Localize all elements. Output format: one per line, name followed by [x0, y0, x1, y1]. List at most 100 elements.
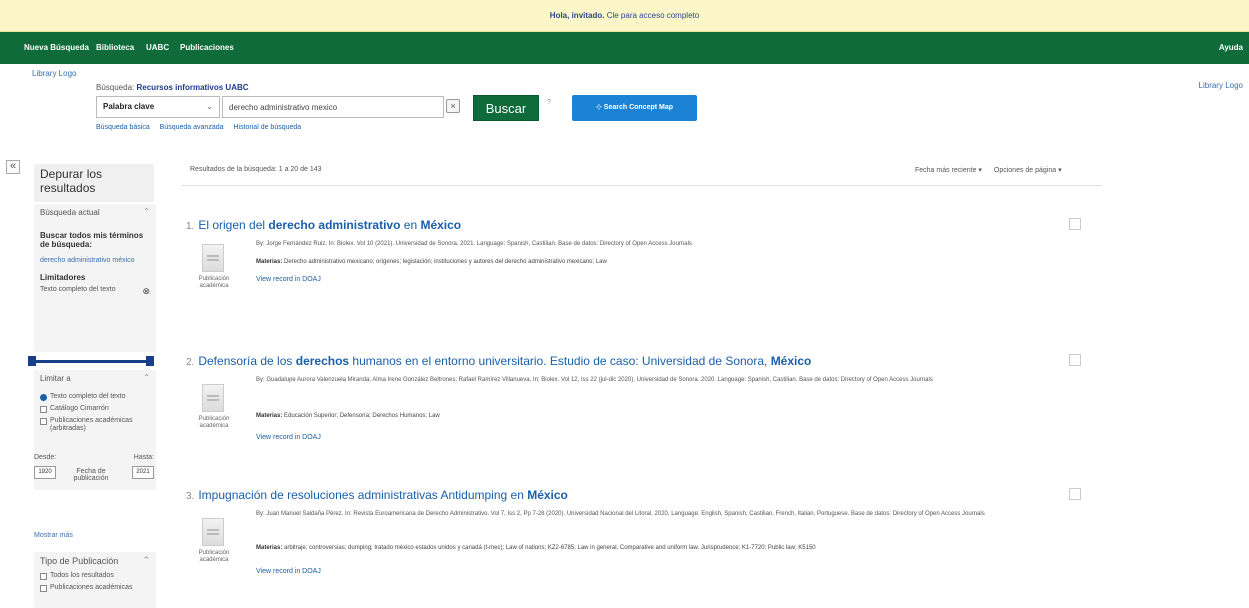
- remove-limiter-icon[interactable]: ⊗: [142, 286, 150, 297]
- doc-type-label: Publicación académica: [198, 550, 230, 563]
- result-title-link[interactable]: 2. Defensoría de los derechos humanos en …: [186, 354, 811, 368]
- limit-fulltext-option[interactable]: Texto completo del texto: [34, 391, 156, 403]
- pub-type-all-option[interactable]: Todos los resultados: [34, 570, 156, 582]
- clear-search-button[interactable]: ×: [446, 99, 460, 113]
- search-button[interactable]: Buscar: [473, 95, 539, 121]
- doc-type-label: Publicación académica: [198, 416, 230, 429]
- current-search-header[interactable]: Búsqueda actual ⌃: [34, 204, 156, 221]
- result-metadata: By: Guadalupe Aurora Valenzuela Miranda;…: [256, 377, 933, 383]
- subjects-label: Materias:: [256, 259, 283, 265]
- limit-catalog-option[interactable]: Catálogo Cimarrón: [34, 403, 156, 415]
- fulltext-limiter: Texto completo del texto ⊗: [34, 284, 156, 296]
- date-to-input[interactable]: 2021: [132, 466, 154, 479]
- date-from-input[interactable]: 1920: [34, 466, 56, 479]
- view-record-link[interactable]: View record in DOAJ: [256, 276, 321, 283]
- search-concept-map-button[interactable]: ⊹ Search Concept Map: [572, 95, 697, 121]
- limit-to-header[interactable]: Limitar a ⌃: [34, 370, 156, 387]
- search-history-link[interactable]: Historial de búsqueda: [233, 124, 301, 131]
- result-subjects: Materias: Educación Superior; Defensoría…: [256, 412, 1096, 421]
- banner-login-link[interactable]: Cle para acceso completo: [607, 11, 700, 20]
- advanced-search-link[interactable]: Búsqueda avanzada: [160, 124, 224, 131]
- search-label-text: Búsqueda:: [96, 83, 135, 92]
- date-from-label: Desde:: [34, 454, 57, 461]
- title-highlight: México: [770, 354, 812, 368]
- limiters-label: Limitadores: [40, 273, 86, 282]
- checkbox-icon: [40, 418, 47, 425]
- result-item: 1. El origen del derecho administrativo e…: [186, 218, 1101, 328]
- top-navbar: Nueva Búsqueda Biblioteca UABC Publicaci…: [0, 32, 1249, 64]
- nav-help[interactable]: Ayuda: [1219, 32, 1243, 64]
- title-part: Defensoría de los: [198, 354, 296, 368]
- pub-type-header[interactable]: Tipo de Publicación ⌃: [34, 552, 156, 570]
- option-label: Publicaciones académicas (arbitradas): [50, 417, 133, 432]
- checkbox-icon: [40, 573, 47, 580]
- nav-uabc[interactable]: UABC: [146, 32, 169, 64]
- guest-banner: Hola, invitado. Cle para acceso completo: [0, 0, 1249, 32]
- banner-greeting: Hola, invitado.: [549, 11, 605, 20]
- show-more-link[interactable]: Mostrar más: [34, 532, 73, 539]
- subjects-text: Derecho administrativo mexicano; orígene…: [284, 259, 607, 265]
- cover-image-icon: [1069, 354, 1081, 366]
- search-field-value: Palabra clave: [103, 102, 155, 111]
- nav-new-search[interactable]: Nueva Búsqueda: [24, 32, 89, 64]
- slider-handle-end[interactable]: [146, 356, 154, 366]
- subjects-text: arbitraje; controversias; dumping; trata…: [284, 545, 816, 551]
- subjects-label: Materias:: [256, 545, 283, 551]
- concept-map-icon: ⊹: [595, 104, 604, 111]
- title-part: humanos en el entorno universitario. Est…: [349, 354, 771, 368]
- result-title-link[interactable]: 1. El origen del derecho administrativo e…: [186, 218, 461, 232]
- library-logo-right: Library Logo: [1198, 81, 1243, 90]
- collapse-sidebar-button[interactable]: «: [6, 160, 20, 174]
- academic-journal-icon[interactable]: [202, 384, 224, 412]
- title-part: en: [400, 218, 421, 232]
- subjects-label: Materias:: [256, 413, 283, 419]
- academic-journal-icon[interactable]: [202, 518, 224, 546]
- option-label: Catálogo Cimarrón: [50, 405, 109, 412]
- pub-type-panel: Tipo de Publicación ⌃ Todos los resultad…: [34, 552, 156, 608]
- result-metadata: By: Jorge Fernández Ruiz. In: Biolex. Vo…: [256, 241, 692, 247]
- option-label: Publicaciones académicas: [50, 584, 133, 591]
- sort-dropdown[interactable]: Fecha más reciente ▾: [915, 167, 982, 174]
- chevron-up-icon: ⌃: [142, 555, 150, 565]
- chevron-up-icon: ⌃: [143, 373, 150, 382]
- search-options-links: Búsqueda básica Búsqueda avanzada Histor…: [96, 124, 309, 131]
- doc-type-label: Publicación académica: [198, 276, 230, 289]
- search-scope: Búsqueda: Recursos informativos UABC: [96, 83, 249, 92]
- result-title-link[interactable]: 3. Impugnación de resoluciones administra…: [186, 488, 568, 502]
- cover-image-icon: [1069, 488, 1081, 500]
- result-subjects: Materias: Derecho administrativo mexican…: [256, 258, 1096, 267]
- checked-checkbox-icon: [40, 394, 47, 401]
- nav-library[interactable]: Biblioteca: [96, 32, 134, 64]
- page-options-dropdown[interactable]: Opciones de página ▾: [994, 167, 1062, 174]
- result-number: 3.: [186, 491, 195, 502]
- view-record-link[interactable]: View record in DOAJ: [256, 434, 321, 441]
- chevron-down-icon: ⌄: [206, 102, 213, 111]
- cover-image-icon: [1069, 218, 1081, 230]
- option-label: Todos los resultados: [50, 572, 114, 579]
- results-options: Fecha más reciente ▾ Opciones de página …: [905, 166, 1062, 174]
- current-search-panel: Búsqueda actual ⌃ Buscar todos mis térmi…: [34, 204, 156, 352]
- title-part: Impugnación de resoluciones administrati…: [198, 488, 528, 502]
- title-part: El origen del: [198, 218, 269, 232]
- view-record-link[interactable]: View record in DOAJ: [256, 568, 321, 575]
- search-field-select[interactable]: Palabra clave ⌄: [96, 96, 220, 118]
- title-highlight: derechos: [295, 354, 350, 368]
- title-highlight: derecho administrativo: [268, 218, 401, 232]
- subjects-text: Educación Superior; Defensoría; Derechos…: [284, 413, 440, 419]
- result-number: 2.: [186, 357, 195, 368]
- checkbox-icon: [40, 585, 47, 592]
- basic-search-link[interactable]: Búsqueda básica: [96, 124, 150, 131]
- help-icon[interactable]: ?: [547, 99, 551, 106]
- divider: [182, 185, 1102, 186]
- date-to-label: Hasta:: [133, 454, 154, 461]
- slider-handle-start[interactable]: [28, 356, 36, 366]
- search-term-link[interactable]: derecho administrativo méxico: [34, 255, 156, 267]
- search-input[interactable]: [222, 96, 444, 118]
- concept-map-label: Search Concept Map: [603, 104, 674, 111]
- nav-publications[interactable]: Publicaciones: [180, 32, 234, 64]
- date-range-slider[interactable]: [30, 360, 150, 363]
- academic-journal-icon[interactable]: [202, 244, 224, 272]
- limit-scholarly-option[interactable]: Publicaciones académicas (arbitradas): [34, 415, 156, 435]
- refine-sidebar: « Depurar los resultados Búsqueda actual…: [6, 156, 156, 608]
- pub-type-academic-option[interactable]: Publicaciones académicas: [34, 582, 156, 594]
